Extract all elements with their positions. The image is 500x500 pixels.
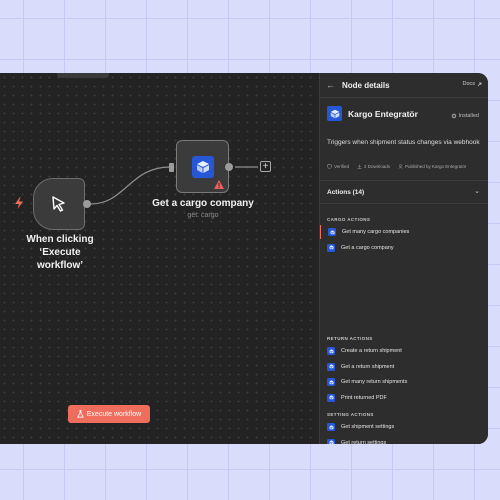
user-icon [398, 164, 403, 169]
actions-title: Actions (14) [327, 188, 365, 196]
actions-header[interactable]: Actions (14) ⌄ [320, 180, 488, 204]
action-item[interactable]: Print returned PDF [320, 391, 488, 405]
action-item-label: Create a return shipment [341, 348, 402, 354]
shield-check-icon [327, 164, 332, 169]
download-icon [357, 164, 362, 169]
action-item-label: Get shipment settings [341, 424, 395, 430]
box-icon [327, 243, 335, 252]
app-description: Triggers when shipment status changes vi… [327, 139, 480, 146]
external-link-icon [477, 82, 482, 86]
action-item-label: Get a return shipment [341, 363, 395, 370]
app-meta: Verified 2 Downloads Published by Kargo … [327, 164, 466, 169]
action-item[interactable]: Get many return shipments [320, 375, 488, 389]
cargo-node-title: Get a cargo company [152, 198, 254, 209]
box-icon [327, 378, 335, 387]
box-icon [327, 362, 335, 371]
box-icon [327, 423, 335, 431]
chevron-down-icon: ⌄ [474, 188, 480, 195]
cargo-input-port[interactable] [169, 163, 174, 172]
publisher-label: Published by Kargo Entegratör [405, 164, 467, 169]
box-icon [191, 155, 214, 178]
downloads-item: 2 Downloads [357, 164, 390, 169]
action-item[interactable]: Get a cargo company [320, 241, 488, 255]
warning-icon [214, 180, 224, 189]
action-item[interactable]: Get return settings [320, 436, 488, 444]
execute-workflow-button[interactable]: Execute workflow [68, 405, 150, 423]
trigger-node-label: When clicking ‘Execute workflow’ [5, 233, 115, 272]
verified-label: Verified [334, 164, 350, 169]
lightning-bolt-icon [15, 197, 23, 209]
publisher-item: Published by Kargo Entegratör [398, 164, 466, 169]
cursor-pointer-icon [52, 196, 65, 212]
action-item-label: Get many cargo companies [342, 229, 410, 235]
docs-link[interactable]: Docs [462, 81, 482, 87]
box-icon [327, 347, 335, 355]
installed-label: Installed [458, 113, 480, 119]
trigger-output-port[interactable] [83, 200, 91, 208]
installed-badge: Installed [451, 113, 480, 119]
action-item[interactable]: Get a return shipment [320, 360, 488, 374]
action-item-label: Print returned PDF [341, 394, 387, 401]
execute-workflow-label: Execute workflow [86, 410, 142, 418]
trigger-node-label-line1: When clicking ‘Execute [26, 234, 94, 258]
verified-item: Verified [327, 164, 349, 169]
downloads-label: 2 Downloads [364, 164, 391, 169]
panel-header: ← Node details Docs [320, 73, 488, 98]
cargo-node[interactable] [176, 140, 229, 193]
cargo-output-port[interactable] [225, 163, 233, 171]
gear-icon [451, 113, 456, 119]
docs-label: Docs [462, 81, 475, 87]
action-item[interactable]: Get shipment settings [320, 420, 488, 434]
workflow-editor: When clicking ‘Execute workflow’ + Get a… [0, 73, 488, 444]
action-group-label: CARGO ACTIONS [327, 217, 371, 222]
box-icon [327, 393, 335, 402]
action-item-label: Get many return shipments [341, 379, 408, 386]
trigger-node-label-line2: workflow’ [36, 260, 84, 271]
action-item[interactable]: Create a return shipment [320, 344, 488, 358]
app-identity: Kargo Entegratör [327, 106, 418, 121]
cargo-node-subtitle: get: cargo [187, 212, 219, 219]
node-details-panel: ← Node details Docs Kargo Entegratör Ins… [319, 73, 488, 444]
trigger-node[interactable] [33, 178, 85, 230]
arrow-left-icon[interactable]: ← [326, 80, 338, 90]
panel-title: Node details [342, 80, 390, 90]
action-group-label: SETTING ACTIONS [327, 412, 374, 417]
action-item[interactable]: Get many cargo companies [320, 225, 488, 239]
add-node-button[interactable]: + [260, 161, 271, 172]
action-item-label: Get return settings [341, 439, 387, 444]
action-item-label: Get a cargo company [341, 244, 394, 251]
app-name: Kargo Entegratör [348, 108, 418, 119]
box-icon [327, 438, 335, 444]
workflow-canvas[interactable]: When clicking ‘Execute workflow’ + Get a… [0, 73, 319, 444]
action-group-label: RETURN ACTIONS [327, 336, 373, 341]
box-icon [328, 228, 336, 236]
flask-icon [76, 410, 84, 418]
box-icon [327, 106, 342, 121]
